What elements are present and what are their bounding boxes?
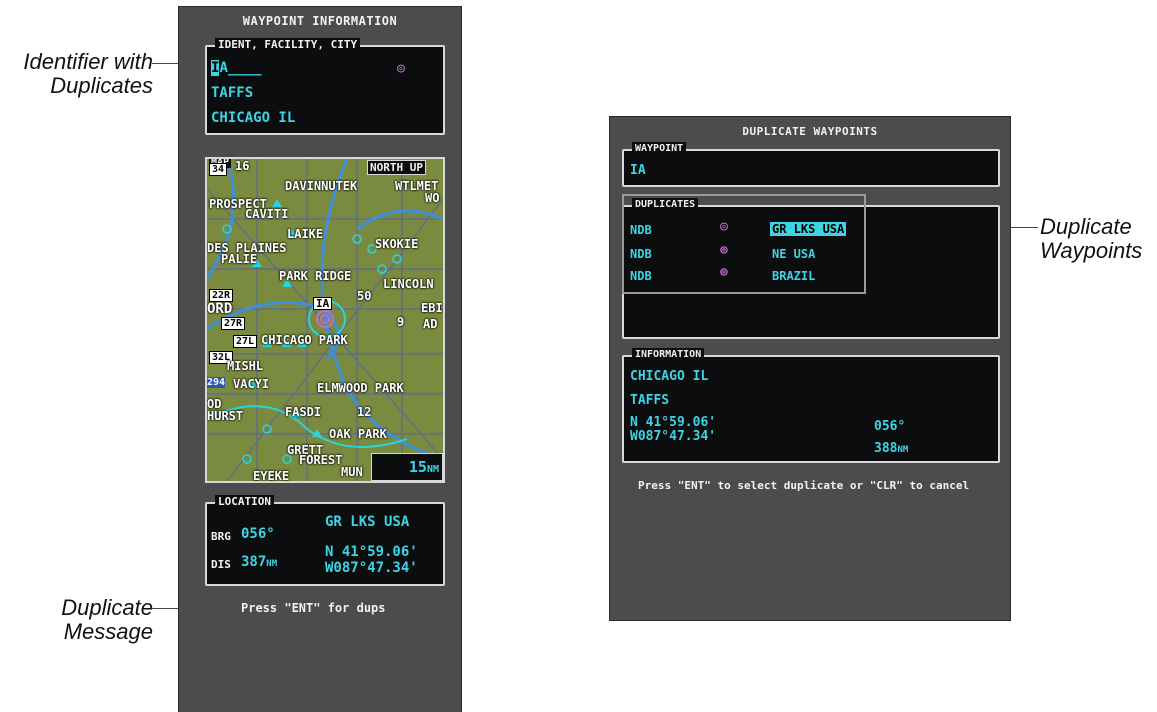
- map-range-value: 15: [408, 458, 427, 476]
- waypoint-box: WAYPOINT IA: [622, 142, 1000, 187]
- map-label-caviti: CAVITI: [245, 207, 289, 221]
- annotation-identifier: Identifier with Duplicates: [8, 50, 153, 98]
- map-range-box[interactable]: 15NM: [371, 453, 443, 481]
- information-box: INFORMATION CHICAGO IL TAFFS N 41°59.06'…: [622, 348, 1000, 463]
- info-city: CHICAGO IL: [630, 369, 709, 384]
- dups-message: Press "ENT" for dups: [241, 601, 386, 615]
- annotation-dupwpt-line2: Waypoints: [1040, 238, 1143, 263]
- map-label-fasdi: FASDI: [285, 405, 322, 419]
- runway-27l-badge: 27L: [233, 335, 258, 348]
- brg-value: 056°: [241, 526, 275, 542]
- map-label-forest: FOREST: [299, 453, 343, 467]
- annotation-duplicate-waypoints: Duplicate Waypoints: [1040, 215, 1142, 263]
- runway-34-badge: 34: [209, 163, 228, 176]
- dis-value: 387NM: [241, 554, 277, 570]
- ident-value: A____: [219, 60, 262, 76]
- map-label-skokie: SKOKIE: [375, 237, 419, 251]
- dup-panel-title: DUPLICATE WAYPOINTS: [742, 125, 878, 138]
- runway-27r-badge: 27R: [221, 317, 246, 330]
- annotation-identifier-line2: Duplicates: [50, 73, 153, 98]
- map-label-palie: PALIE: [221, 252, 258, 266]
- map-label-lincoln: LINCOLN: [383, 277, 434, 291]
- dis-unit: NM: [266, 559, 278, 569]
- north-up-badge[interactable]: NORTH UP: [367, 160, 426, 175]
- waypoint-box-label: WAYPOINT: [632, 142, 687, 156]
- location-box: LOCATION GR LKS USA BRG 056° DIS 387NM N…: [205, 495, 445, 586]
- annotation-dupmsg-line1: Duplicate: [61, 595, 153, 620]
- map-label-16: 16: [235, 159, 250, 173]
- map-label-mun: MUN: [341, 465, 363, 479]
- location-region: GR LKS USA: [325, 514, 410, 530]
- information-box-label: INFORMATION: [632, 348, 705, 362]
- map-label-elmwood: ELMWOOD PARK: [317, 381, 404, 395]
- map-label-davinnutek: DAVINNUTEK: [285, 179, 358, 193]
- map-label-laike: LAIKE: [287, 227, 324, 241]
- ndb-icon: ◎: [397, 61, 405, 76]
- map-label-ebi: EBI: [421, 301, 443, 315]
- map-label-vacyi: VACYI: [233, 377, 270, 391]
- dis-label: DIS: [211, 558, 231, 571]
- map-label-12: 12: [357, 405, 372, 419]
- map-range-unit: NM: [426, 464, 439, 475]
- map-label-ord: ORD: [207, 301, 233, 317]
- map-label-park-ridge: PARK RIDGE: [279, 269, 352, 283]
- location-lat: N 41°59.06': [325, 544, 418, 560]
- ident-box-label: IDENT, FACILITY, CITY: [215, 38, 361, 52]
- map-label-mishl: MISHL: [227, 359, 264, 373]
- ident-field[interactable]: IA____: [211, 60, 262, 76]
- duplicates-highlight-frame: [622, 194, 866, 294]
- map-label-ad: AD: [423, 317, 438, 331]
- ident-box: IDENT, FACILITY, CITY IA____ ◎ TAFFS CHI…: [205, 38, 445, 135]
- brg-label: BRG: [211, 530, 231, 543]
- annotation-duplicate-message: Duplicate Message: [8, 596, 153, 644]
- dup-message: Press "ENT" to select duplicate or "CLR"…: [638, 479, 970, 492]
- map-label-50: 50: [357, 289, 372, 303]
- duplicate-waypoints-panel: DUPLICATE WAYPOINTS WAYPOINT IA DUPLICAT…: [609, 116, 1011, 621]
- map-label-wo: WO: [425, 191, 440, 205]
- map-label-9: 9: [397, 315, 405, 329]
- info-dis-number: 388: [874, 441, 898, 456]
- ia-badge: IA: [313, 297, 333, 310]
- location-box-label: LOCATION: [215, 495, 274, 509]
- city-name: CHICAGO IL: [211, 110, 296, 126]
- annotation-identifier-line1: Identifier with: [23, 49, 153, 74]
- map-label-oak-park: OAK PARK: [329, 427, 387, 441]
- annotation-dupmsg-line2: Message: [63, 619, 153, 644]
- map-view[interactable]: MAP 34 16 NORTH UP DAVINNUTEK WTLMET WO …: [205, 157, 445, 483]
- facility-name: TAFFS: [211, 85, 254, 101]
- info-dis: 388NM: [874, 441, 908, 456]
- map-label-294: 294: [207, 377, 226, 388]
- waypoint-information-panel: WAYPOINT INFORMATION IDENT, FACILITY, CI…: [178, 6, 462, 712]
- panel-title: WAYPOINT INFORMATION: [242, 14, 398, 28]
- map-label-hurst: HURST: [207, 409, 244, 423]
- map-label-eyeke: EYEKE: [253, 469, 290, 483]
- annotation-dupwpt-line1: Duplicate: [1040, 214, 1132, 239]
- dis-number: 387: [241, 554, 267, 570]
- info-lat: N 41°59.06': [630, 415, 717, 430]
- location-lon: W087°47.34': [325, 560, 418, 576]
- info-lon: W087°47.34': [630, 429, 717, 444]
- info-facility: TAFFS: [630, 393, 670, 408]
- waypoint-value[interactable]: IA: [630, 163, 646, 178]
- map-label-chicago-park: CHICAGO PARK: [261, 333, 348, 347]
- info-brg: 056°: [874, 419, 906, 434]
- info-dis-unit: NM: [897, 445, 909, 455]
